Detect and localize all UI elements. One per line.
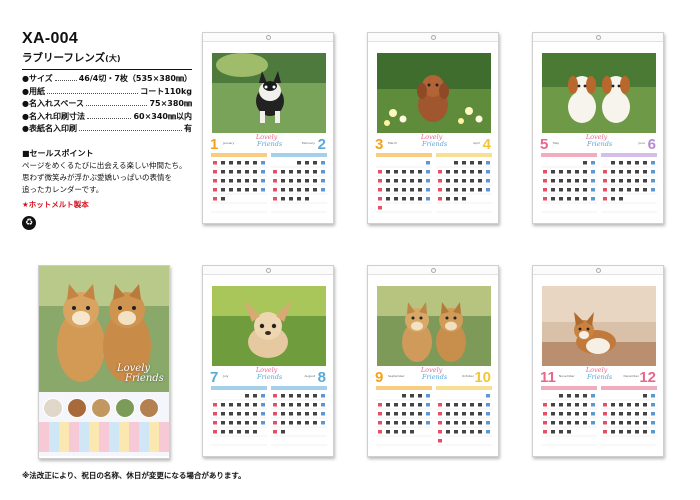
left-month-number: 11	[540, 369, 556, 386]
spec-label: ●サイズ	[22, 74, 53, 83]
right-month-name: October	[461, 374, 474, 378]
right-month-number: 4	[482, 136, 491, 153]
calendar-page-mar-apr: Lovely Friends 3 March 4 April	[367, 32, 499, 224]
right-month-number: 2	[317, 136, 326, 153]
lovely-friends-logo: Lovely Friends	[585, 366, 613, 381]
right-month-name: June	[638, 141, 645, 145]
hanger-hole	[596, 268, 601, 273]
calendar-cover-page: Lovely Friends	[38, 265, 170, 459]
thumb-puppy-1	[43, 398, 63, 418]
spec-label: ●名入れ印刷寸法	[22, 111, 85, 121]
hanger-hole	[266, 35, 271, 40]
spec-row-print-size: ●名入れ印刷寸法 60×340㎜以内	[22, 111, 192, 124]
spec-label: ●用紙	[22, 86, 45, 96]
spec-row-name-space: ●名入れスペース 75×380㎜	[22, 98, 192, 111]
left-month-number: 1	[210, 136, 219, 153]
left-month-number: 7	[210, 369, 219, 386]
spec-label: ●表紙名入印刷	[22, 124, 77, 133]
hotmelt-binding-note: ★ホットメルト製本	[22, 199, 89, 209]
left-month-name: September	[388, 374, 405, 378]
lovely-friends-logo: Lovely Friends	[420, 366, 448, 381]
thumb-puppy-5	[139, 398, 159, 418]
left-month-name: May	[553, 141, 560, 145]
hanger-hole	[431, 268, 436, 273]
month-grid-right	[436, 386, 492, 446]
month-grid-right	[601, 153, 657, 213]
cover-pattern	[39, 422, 169, 452]
right-month-number: 8	[317, 369, 326, 386]
product-spec-panel: XA-004 ラブリーフレンズ(大) ●サイズ 46/4切・7枚（535×380㎜…	[22, 30, 192, 230]
month-grid-left	[541, 153, 597, 213]
lovely-friends-logo: Lovely Friends	[585, 133, 613, 148]
right-month-number: 12	[639, 369, 656, 386]
hanger-hole	[431, 35, 436, 40]
title-rule	[22, 69, 192, 70]
lovely-friends-logo: Lovely Friends	[255, 133, 283, 148]
month-grid-left	[541, 386, 597, 446]
selling-point-title: ■セールスポイント	[22, 148, 94, 158]
month-grid-left	[211, 386, 267, 446]
thumb-puppy-4	[115, 398, 135, 418]
calendar-page-sep-oct: Lovely Friends 9 September 10 October	[367, 265, 499, 457]
left-month-name: July	[223, 374, 229, 378]
spec-value: 46/4切・7枚（535×380㎜）	[78, 74, 192, 83]
cover-logo: Lovely Friends	[117, 363, 164, 384]
spec-value: 75×380㎜	[149, 99, 192, 108]
spec-row-size: ●サイズ 46/4切・7枚（535×380㎜）	[22, 73, 192, 86]
calendar-page-jul-aug: Lovely Friends 7 July 8 August	[202, 265, 334, 457]
thumb-puppy-2	[67, 398, 87, 418]
month-grid-right	[601, 386, 657, 446]
selling-point-text: ページをめくるたびに出会える楽しい仲間たち。 思わず微笑みが浮かぶ愛嬌いっぱいの…	[22, 160, 187, 194]
hanger-hole	[596, 35, 601, 40]
product-size-tag: (大)	[105, 54, 121, 63]
product-title: ラブリーフレンズ	[22, 52, 106, 64]
photo-two-puppies	[542, 53, 656, 133]
left-month-number: 3	[375, 136, 384, 153]
calendar-page-may-jun: Lovely Friends 5 May 6 June	[532, 32, 664, 224]
recycle-icon: ♻	[22, 215, 36, 230]
right-month-name: December	[623, 374, 639, 378]
hanger-hole	[266, 268, 271, 273]
month-grid-left	[376, 153, 432, 213]
product-name: ラブリーフレンズ(大)	[22, 50, 192, 65]
spec-row-paper: ●用紙 コート110kg	[22, 86, 192, 99]
photo-chihuahua	[212, 286, 326, 366]
left-month-name: March	[388, 141, 398, 145]
photo-toy-poodle	[377, 53, 491, 133]
spec-value: 60×340㎜以内	[133, 111, 192, 121]
calendar-page-nov-dec: Lovely Friends 11 November 12 December	[532, 265, 664, 457]
left-month-number: 9	[375, 369, 384, 386]
right-month-number: 10	[474, 369, 491, 386]
product-code: XA-004	[22, 30, 79, 47]
thumb-puppy-3	[91, 398, 111, 418]
month-grid-right	[271, 153, 327, 213]
spec-value: 有	[184, 124, 192, 133]
calendar-page-jan-feb: Lovely Friends 1 January 2 February	[202, 32, 334, 224]
holiday-footnote: ※法改正により、祝日の名称、休日が変更になる場合があります。	[22, 471, 246, 480]
right-month-number: 6	[647, 136, 656, 153]
spec-row-cover-print: ●表紙名入印刷 有	[22, 123, 192, 136]
month-grid-left	[376, 386, 432, 446]
photo-shiba-pair	[377, 286, 491, 366]
photo-french-bulldog	[212, 53, 326, 133]
lovely-friends-logo: Lovely Friends	[420, 133, 448, 148]
month-grid-right	[271, 386, 327, 446]
lovely-friends-logo: Lovely Friends	[255, 366, 283, 381]
photo-corgi	[542, 286, 656, 366]
month-grid-left	[211, 153, 267, 213]
right-month-name: August	[304, 374, 316, 378]
right-month-name: February	[301, 141, 315, 145]
right-month-name: April	[473, 141, 480, 145]
spec-value: コート110kg	[140, 86, 192, 96]
left-month-name: January	[223, 141, 235, 145]
left-month-number: 5	[540, 136, 549, 153]
spec-label: ●名入れスペース	[22, 99, 85, 108]
month-grid-right	[436, 153, 492, 213]
left-month-name: November	[559, 374, 575, 378]
